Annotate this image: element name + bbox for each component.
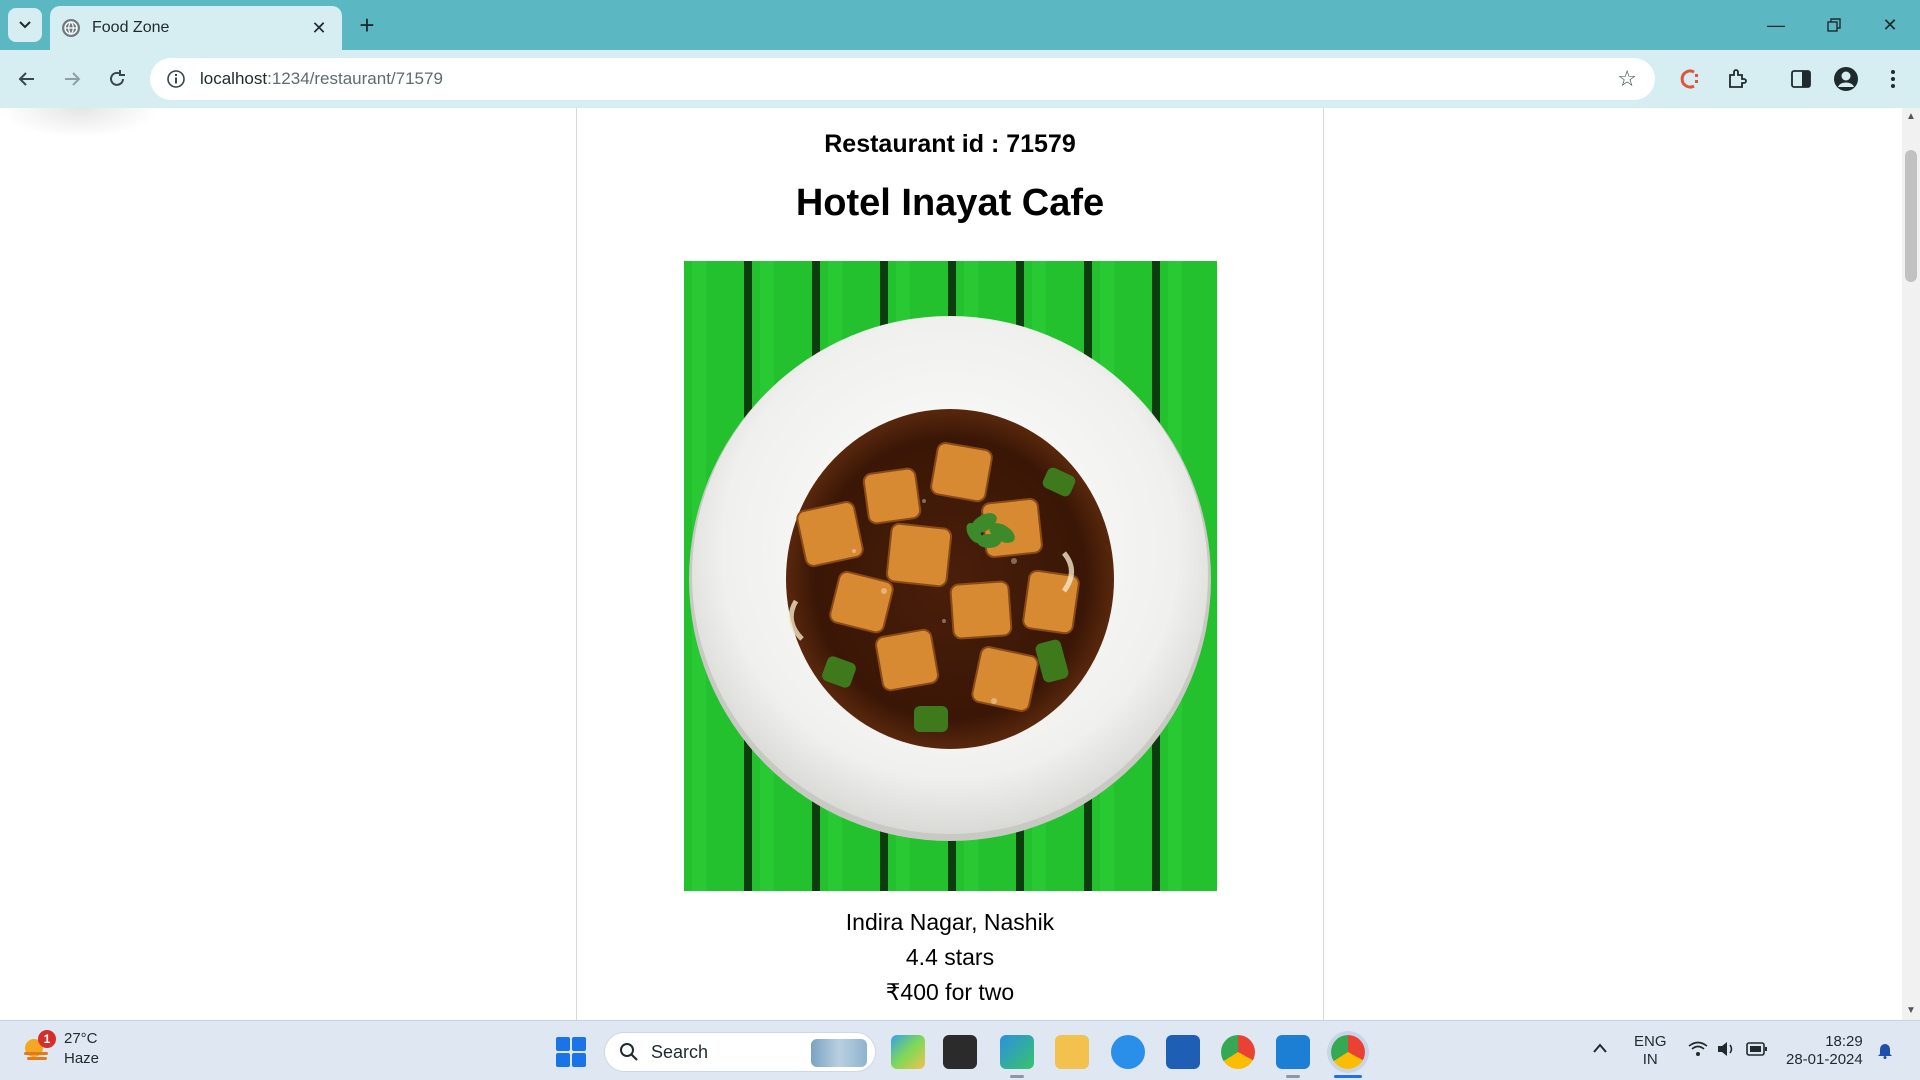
- clock-date: 28-01-2024: [1786, 1051, 1863, 1068]
- battery-icon[interactable]: [1746, 1042, 1768, 1061]
- tab-food-zone[interactable]: Food Zone ✕: [50, 6, 342, 50]
- url-path: :1234/restaurant/71579: [267, 69, 443, 88]
- minimize-icon[interactable]: —: [1756, 8, 1796, 42]
- scroll-down-icon[interactable]: ▼: [1906, 1006, 1916, 1016]
- restore-icon[interactable]: [1814, 8, 1854, 42]
- scroll-up-icon[interactable]: ▲: [1906, 112, 1916, 122]
- taskbar-search[interactable]: Search: [604, 1032, 876, 1072]
- restaurant-details-card: Restaurant id : 71579 Hotel Inayat Cafe: [576, 108, 1324, 1020]
- side-panel-icon[interactable]: [1784, 62, 1818, 96]
- windows-start-icon[interactable]: [556, 1037, 586, 1067]
- help-icon[interactable]: [1111, 1035, 1145, 1069]
- back-arrow-icon[interactable]: [10, 62, 44, 96]
- close-icon[interactable]: ✕: [308, 18, 330, 39]
- tab-strip: Food Zone ✕ + — ✕: [0, 0, 1920, 50]
- weather-temp: 27°C: [64, 1030, 98, 1047]
- address-bar[interactable]: localhost:1234/restaurant/71579 ☆: [150, 58, 1655, 100]
- chrome-profile-icon[interactable]: [1331, 1035, 1365, 1069]
- search-label: Search: [651, 1041, 709, 1062]
- weather-badge: 1: [38, 1030, 56, 1048]
- chrome-icon[interactable]: [1221, 1035, 1255, 1069]
- chevron-up-icon[interactable]: [1592, 1041, 1608, 1059]
- restaurant-cost: ₹400 for two: [885, 979, 1015, 1005]
- file-explorer-icon[interactable]: [1055, 1035, 1089, 1069]
- scroll-thumb[interactable]: [1905, 150, 1917, 282]
- restaurant-location: Indira Nagar, Nashik: [845, 909, 1055, 935]
- restaurant-image: [684, 261, 1217, 891]
- profile-avatar-icon[interactable]: [1829, 62, 1863, 96]
- header-shadow: [0, 108, 160, 138]
- notification-bell-icon[interactable]: [1876, 1041, 1894, 1064]
- window-close-icon[interactable]: ✕: [1870, 8, 1910, 42]
- clock-time: 18:29: [1825, 1033, 1863, 1050]
- weather-widget[interactable]: 1 27°C Haze: [22, 1029, 99, 1069]
- language-indicator[interactable]: ENG IN: [1634, 1033, 1667, 1069]
- reload-icon[interactable]: [100, 62, 134, 96]
- tab-title: Food Zone: [92, 19, 170, 36]
- globe-icon: [62, 19, 80, 37]
- edge-icon[interactable]: [1000, 1035, 1034, 1069]
- task-view-icon[interactable]: [943, 1035, 977, 1069]
- vscode-icon[interactable]: [1276, 1035, 1310, 1069]
- site-info-icon[interactable]: [164, 67, 188, 91]
- bookmark-star-icon[interactable]: ☆: [1617, 66, 1637, 92]
- chrome-active-indicator: [1334, 1075, 1362, 1078]
- restaurant-rating: 4.4 stars: [905, 944, 995, 970]
- page-viewport: Restaurant id : 71579 Hotel Inayat Cafe: [0, 108, 1902, 1020]
- store-icon[interactable]: [1166, 1035, 1200, 1069]
- language-top: ENG: [1634, 1033, 1667, 1050]
- page-scrollbar[interactable]: ▲ ▼: [1902, 108, 1920, 1020]
- search-icon: [620, 1043, 638, 1061]
- chevron-down-icon: [19, 21, 31, 29]
- clock[interactable]: 18:29 28-01-2024: [1786, 1033, 1863, 1069]
- restaurant-id: Restaurant id : 71579: [824, 130, 1076, 158]
- extension-c-icon[interactable]: [1673, 62, 1707, 96]
- extensions-puzzle-icon[interactable]: [1720, 62, 1754, 96]
- menu-kebab-icon[interactable]: [1876, 62, 1910, 96]
- haze-sun-icon: 1: [22, 1030, 56, 1064]
- vscode-running-indicator: [1286, 1075, 1300, 1078]
- language-bottom: IN: [1642, 1051, 1658, 1068]
- restaurant-name: Hotel Inayat Cafe: [795, 182, 1105, 224]
- wifi-icon[interactable]: [1688, 1041, 1708, 1062]
- copilot-icon[interactable]: [891, 1035, 925, 1069]
- url-text: localhost:1234/restaurant/71579: [200, 69, 443, 89]
- weather-desc: Haze: [64, 1050, 100, 1067]
- search-highlight-image: [811, 1039, 867, 1067]
- weather-text: 27°C Haze: [64, 1029, 99, 1069]
- forward-arrow-icon[interactable]: [55, 62, 89, 96]
- volume-icon[interactable]: [1716, 1041, 1736, 1062]
- new-tab-button[interactable]: +: [352, 10, 382, 40]
- browser-toolbar: localhost:1234/restaurant/71579 ☆: [0, 50, 1920, 108]
- tab-search-button[interactable]: [8, 8, 42, 42]
- edge-running-indicator: [1010, 1075, 1024, 1078]
- url-host: localhost: [200, 69, 268, 88]
- windows-taskbar: 1 27°C Haze Search ENG IN 18:29 28-01-20…: [0, 1020, 1920, 1080]
